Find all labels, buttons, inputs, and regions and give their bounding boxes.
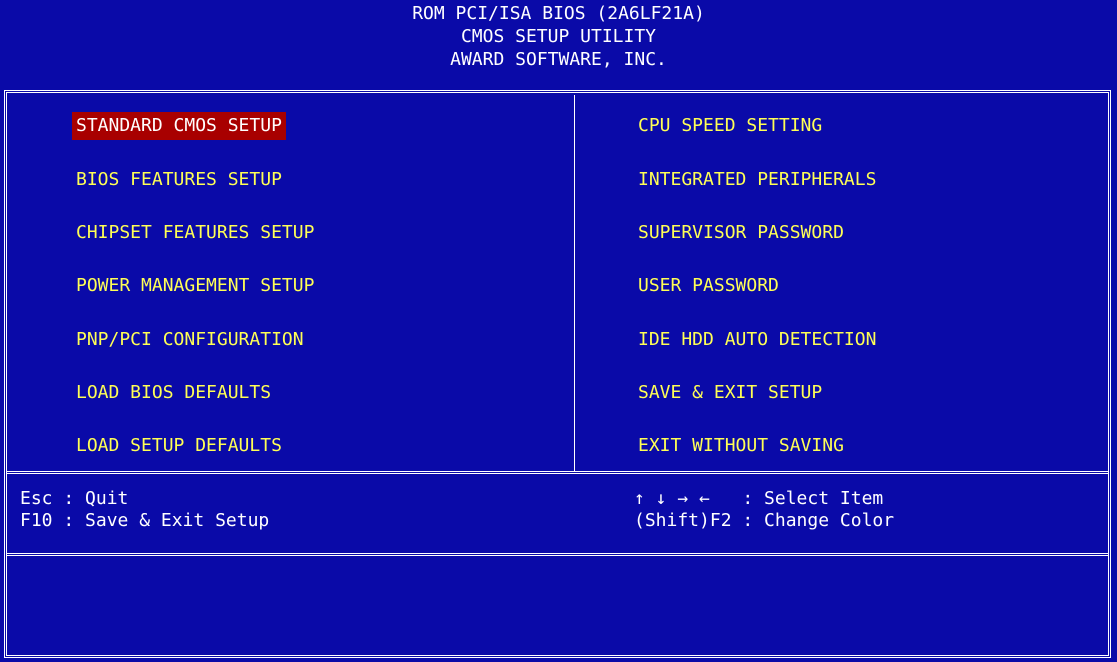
help-description-separator <box>7 553 1108 556</box>
menu-item-ide-hdd-auto-detection[interactable]: IDE HDD AUTO DETECTION <box>634 326 880 354</box>
help-arrows-select-item: ↑ ↓ → ← : Select Item <box>634 488 884 509</box>
help-f10-save-exit: F10 : Save & Exit Setup <box>20 510 270 531</box>
utility-title: CMOS SETUP UTILITY <box>460 26 657 47</box>
menu-item-pnp-pci-configuration[interactable]: PNP/PCI CONFIGURATION <box>72 326 308 354</box>
menu-item-standard-cmos-setup[interactable]: STANDARD CMOS SETUP <box>72 112 286 140</box>
menu-item-exit-without-saving[interactable]: EXIT WITHOUT SAVING <box>634 432 848 460</box>
help-esc-quit: Esc : Quit <box>20 488 129 509</box>
menu-item-save-exit-setup[interactable]: SAVE & EXIT SETUP <box>634 379 826 407</box>
vendor-name: AWARD SOFTWARE, INC. <box>450 49 667 70</box>
menu-item-load-bios-defaults[interactable]: LOAD BIOS DEFAULTS <box>72 379 275 407</box>
menu-item-power-management-setup[interactable]: POWER MANAGEMENT SETUP <box>72 272 318 300</box>
menu-item-supervisor-password[interactable]: SUPERVISOR PASSWORD <box>634 219 848 247</box>
menu-item-user-password[interactable]: USER PASSWORD <box>634 272 783 300</box>
menu-item-bios-features-setup[interactable]: BIOS FEATURES SETUP <box>72 166 286 194</box>
bios-title: ROM PCI/ISA BIOS (2A6LF21A) <box>412 3 705 24</box>
menu-item-load-setup-defaults[interactable]: LOAD SETUP DEFAULTS <box>72 432 286 460</box>
bios-screen: ROM PCI/ISA BIOS (2A6LF21A) CMOS SETUP U… <box>0 0 1117 662</box>
menu-column-divider <box>574 95 575 471</box>
menu-item-chipset-features-setup[interactable]: CHIPSET FEATURES SETUP <box>72 219 318 247</box>
bios-header: ROM PCI/ISA BIOS (2A6LF21A) CMOS SETUP U… <box>0 0 1117 88</box>
menu-help-separator <box>7 471 1108 474</box>
help-shift-f2-change-color: (Shift)F2 : Change Color <box>634 510 895 531</box>
menu-item-integrated-peripherals[interactable]: INTEGRATED PERIPHERALS <box>634 166 880 194</box>
menu-item-cpu-speed-setting[interactable]: CPU SPEED SETTING <box>634 112 826 140</box>
